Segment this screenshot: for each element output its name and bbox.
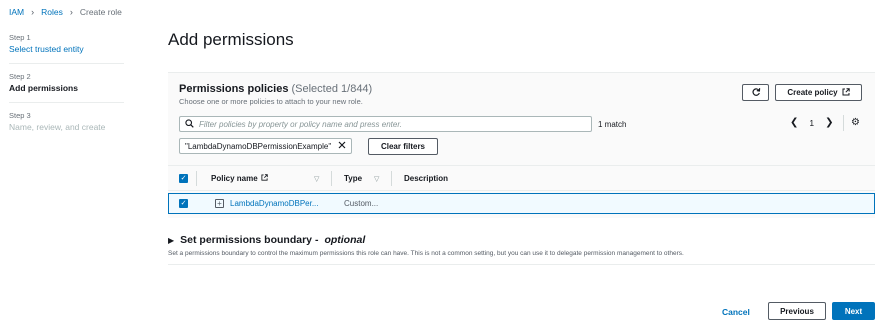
- boundary-description: Set a permissions boundary to control th…: [168, 250, 684, 257]
- permissions-boundary-section: ▶ Set permissions boundary - optional Se…: [168, 234, 684, 257]
- step-disabled-name-review-create: Name, review, and create: [9, 122, 106, 132]
- create-policy-label: Create policy: [787, 88, 838, 97]
- column-divider: [196, 171, 197, 186]
- selected-count: (Selected 1/844): [291, 83, 373, 95]
- create-policy-button[interactable]: Create policy: [775, 84, 862, 101]
- expand-icon[interactable]: +: [215, 199, 224, 208]
- permissions-boundary-toggle[interactable]: ▶ Set permissions boundary - optional: [168, 234, 684, 246]
- refresh-icon: [751, 87, 761, 99]
- step-link-select-trusted-entity[interactable]: Select trusted entity: [9, 44, 84, 54]
- wizard-steps: Step 1 Select trusted entity Step 2 Add …: [9, 33, 124, 149]
- step-current-add-permissions: Add permissions: [9, 83, 78, 93]
- chevron-right-icon[interactable]: ❯: [825, 118, 833, 128]
- pagination: ❮ 1 ❯: [790, 118, 834, 129]
- boundary-title: Set permissions boundary -: [180, 234, 319, 246]
- step-number: Step 1: [9, 33, 31, 42]
- column-divider: [391, 171, 392, 186]
- external-link-icon: [842, 87, 850, 98]
- breadcrumb: IAM › Roles › Create role: [9, 7, 122, 17]
- step-number: Step 3: [9, 111, 31, 120]
- table-row[interactable]: ✓ + LambdaDynamoDBPer... Custom...: [168, 193, 875, 214]
- row-checkbox[interactable]: ✓: [179, 199, 188, 208]
- next-button[interactable]: Next: [832, 302, 875, 320]
- step-3: Step 3 Name, review, and create: [9, 111, 124, 141]
- column-header-policy-name[interactable]: Policy name: [211, 174, 268, 183]
- page-number[interactable]: 1: [809, 118, 814, 128]
- policy-search-input[interactable]: Filter policies by property or policy na…: [179, 116, 592, 132]
- column-header-label: Policy name: [211, 174, 258, 183]
- column-header-type[interactable]: Type: [344, 174, 362, 183]
- select-all-checkbox[interactable]: ✓: [179, 174, 188, 183]
- column-divider: [331, 171, 332, 186]
- step-1: Step 1 Select trusted entity: [9, 33, 124, 64]
- cancel-button[interactable]: Cancel: [722, 307, 750, 317]
- chevron-right-icon: ›: [69, 7, 73, 17]
- sort-down-icon[interactable]: ▽: [314, 175, 319, 183]
- policy-type: Custom...: [344, 199, 379, 208]
- boundary-optional: optional: [324, 234, 366, 246]
- chevron-left-icon[interactable]: ❮: [790, 118, 798, 128]
- panel-subtitle: Choose one or more policies to attach to…: [179, 97, 363, 106]
- chevron-right-icon: ›: [31, 7, 35, 17]
- close-icon[interactable]: [338, 141, 346, 151]
- permissions-policies-panel: Permissions policies (Selected 1/844) Ch…: [168, 72, 875, 218]
- policy-name-link[interactable]: LambdaDynamoDBPer...: [230, 199, 319, 208]
- column-header-description: Description: [404, 174, 449, 183]
- panel-title-text: Permissions policies: [179, 83, 289, 95]
- clear-filters-button[interactable]: Clear filters: [368, 138, 438, 155]
- caret-right-icon: ▶: [168, 235, 175, 245]
- refresh-button[interactable]: [742, 84, 769, 101]
- settings-icon[interactable]: ⚙: [851, 118, 860, 128]
- search-icon: [185, 118, 194, 130]
- step-2: Step 2 Add permissions: [9, 72, 124, 103]
- step-number: Step 2: [9, 72, 31, 81]
- filter-token: "LambdaDynamoDBPermissionExample": [179, 138, 353, 154]
- external-link-icon: [261, 174, 268, 183]
- previous-button[interactable]: Previous: [768, 302, 826, 320]
- search-placeholder: Filter policies by property or policy na…: [199, 119, 402, 129]
- sort-down-icon[interactable]: ▽: [374, 175, 379, 183]
- match-count: 1 match: [598, 120, 627, 129]
- divider: [843, 115, 844, 131]
- filter-token-label: "LambdaDynamoDBPermissionExample": [185, 141, 332, 151]
- breadcrumb-current: Create role: [79, 7, 122, 17]
- breadcrumb-roles[interactable]: Roles: [41, 7, 63, 17]
- breadcrumb-iam[interactable]: IAM: [9, 7, 24, 17]
- table-header: ✓ Policy name ▽ Type ▽ Description: [168, 165, 875, 191]
- panel-title: Permissions policies (Selected 1/844): [179, 83, 372, 95]
- page-title: Add permissions: [168, 30, 294, 49]
- divider: [168, 264, 875, 265]
